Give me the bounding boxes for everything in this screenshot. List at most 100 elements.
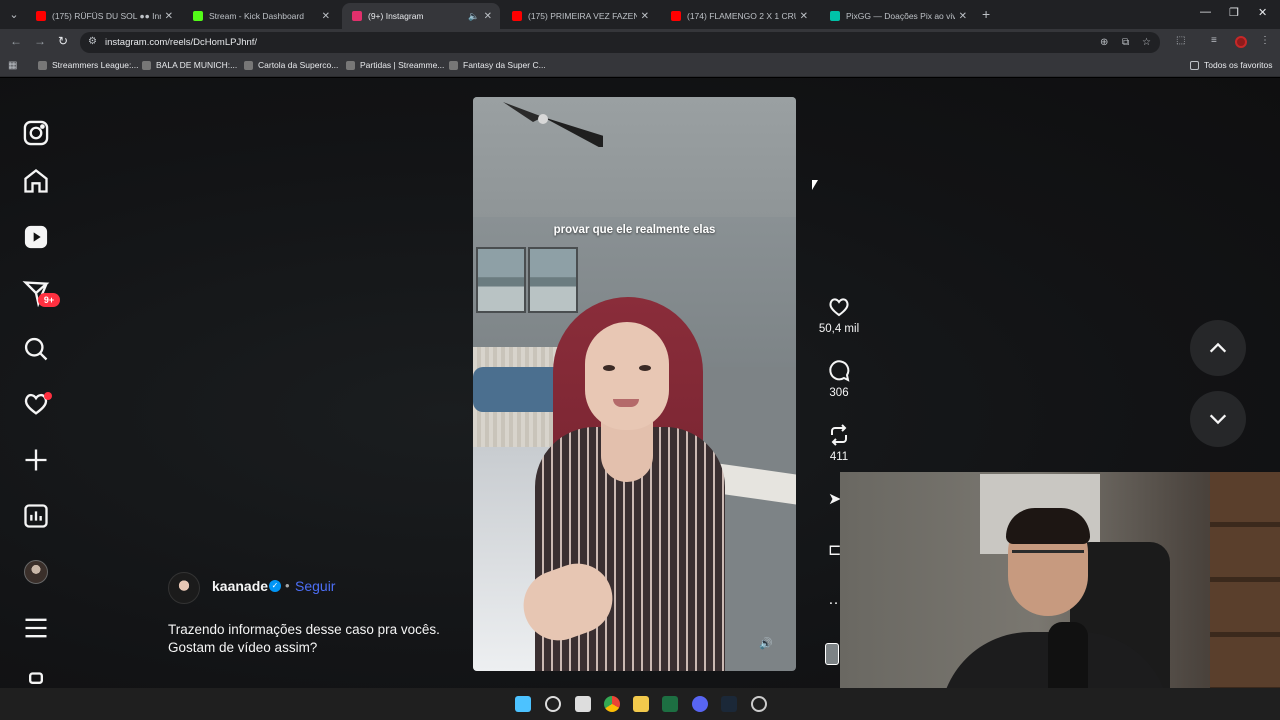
bookmark-label: BALA DE MUNICH:... bbox=[156, 60, 238, 70]
create-plus-icon[interactable] bbox=[22, 446, 50, 474]
repost-icon[interactable] bbox=[827, 423, 851, 447]
messages-badge: 9+ bbox=[38, 293, 60, 307]
reels-icon[interactable] bbox=[22, 223, 50, 251]
tab-search-icon[interactable]: ⌄ bbox=[5, 5, 23, 23]
audio-icon[interactable]: 🔈 bbox=[468, 11, 479, 22]
presenter-eye bbox=[603, 365, 615, 371]
browser-tabbar: ⌄ (175) RÜFÜS DU SOL ●● Innerb ✕ Stream … bbox=[0, 0, 1280, 29]
zoom-icon[interactable]: ⊕ bbox=[1100, 37, 1108, 48]
minimize-icon[interactable]: — bbox=[1200, 6, 1211, 18]
settings-icon[interactable] bbox=[751, 696, 767, 712]
excel-icon[interactable] bbox=[662, 696, 678, 712]
presenter-face bbox=[585, 322, 669, 430]
bookmark-item[interactable]: Partidas | Streamme... bbox=[346, 60, 444, 70]
tab-primeira-vez[interactable]: (175) PRIMEIRA VEZ FAZENDO ✕ bbox=[502, 3, 657, 29]
bookmark-item[interactable]: Fantasy da Super C... bbox=[449, 60, 546, 70]
all-bookmarks-label: Todos os favoritos bbox=[1204, 60, 1273, 70]
reel-description: Trazendo informações desse caso pra você… bbox=[168, 622, 440, 655]
file-explorer-icon[interactable] bbox=[633, 696, 649, 712]
extensions-icon[interactable]: ⬚ bbox=[1176, 35, 1185, 46]
instagram-icon bbox=[352, 11, 362, 21]
home-icon[interactable] bbox=[22, 167, 50, 195]
bookmark-label: Cartola da Superco... bbox=[258, 60, 339, 70]
all-bookmarks[interactable]: Todos os favoritos bbox=[1190, 60, 1273, 70]
tab-pixgg[interactable]: PixGG — Doações Pix ao vivo p ✕ bbox=[820, 3, 975, 29]
bookmark-icon bbox=[38, 60, 47, 70]
bookmark-star-icon[interactable]: ☆ bbox=[1142, 37, 1151, 48]
volume-icon[interactable]: 🔊 bbox=[757, 634, 775, 652]
dashboard-icon[interactable] bbox=[22, 502, 50, 530]
tab-title: (175) RÜFÜS DU SOL ●● Innerb bbox=[52, 11, 161, 21]
back-icon[interactable]: ← bbox=[10, 34, 22, 48]
tab-title: (174) FLAMENGO 2 X 1 CRUZEI bbox=[687, 11, 796, 21]
kick-icon bbox=[193, 11, 203, 21]
audio-thumbnail[interactable] bbox=[825, 643, 839, 665]
follow-button[interactable]: Seguir bbox=[295, 578, 335, 594]
instagram-logo-icon[interactable] bbox=[22, 119, 50, 147]
previous-reel-button[interactable] bbox=[1190, 320, 1246, 376]
steam-icon[interactable] bbox=[721, 696, 737, 712]
like-action[interactable]: 50,4 mil bbox=[815, 295, 863, 335]
comment-icon[interactable] bbox=[827, 359, 851, 383]
search-icon[interactable] bbox=[545, 696, 561, 712]
bookmark-label: Streammers League:... bbox=[52, 60, 139, 70]
bookmark-item[interactable]: Streammers League:... bbox=[38, 60, 138, 70]
close-window-icon[interactable]: ✕ bbox=[1258, 6, 1267, 19]
media-control-icon[interactable]: ≡ bbox=[1211, 35, 1217, 46]
tab-flamengo[interactable]: (174) FLAMENGO 2 X 1 CRUZEI ✕ bbox=[661, 3, 816, 29]
tab-instagram[interactable]: (9+) Instagram 🔈 ✕ bbox=[342, 3, 500, 29]
likes-count: 50,4 mil bbox=[818, 323, 860, 335]
streamer-hair bbox=[1006, 508, 1090, 544]
comment-action[interactable]: 306 bbox=[815, 359, 863, 399]
install-icon[interactable]: ⧉ bbox=[1122, 37, 1129, 48]
chevron-up-icon bbox=[1209, 342, 1227, 353]
chrome-icon[interactable] bbox=[604, 696, 620, 712]
bookmark-icon bbox=[244, 60, 253, 70]
close-icon[interactable]: ✕ bbox=[322, 11, 330, 22]
youtube-icon bbox=[671, 11, 681, 21]
menu-icon[interactable]: ⋮ bbox=[1260, 35, 1270, 46]
tab-rufus[interactable]: (175) RÜFÜS DU SOL ●● Innerb ✕ bbox=[26, 3, 181, 29]
webcam-overlay bbox=[840, 472, 1280, 720]
restore-icon[interactable]: ❐ bbox=[1229, 6, 1239, 19]
close-icon[interactable]: ✕ bbox=[641, 11, 649, 22]
pixgg-icon bbox=[830, 11, 840, 21]
reel-video[interactable]: provar que ele realmente elas 🔊 bbox=[473, 97, 796, 671]
forward-icon[interactable]: → bbox=[34, 34, 46, 48]
close-icon[interactable]: ✕ bbox=[165, 11, 173, 22]
address-bar[interactable]: ⚙ instagram.com/reels/DcHomLPJhnf/ ⊕ ⧉ ☆ bbox=[80, 32, 1160, 53]
discord-icon[interactable] bbox=[692, 696, 708, 712]
streamer-glasses bbox=[1012, 550, 1084, 566]
new-tab-icon[interactable]: + bbox=[982, 6, 990, 22]
tab-title: (9+) Instagram bbox=[368, 11, 424, 21]
close-icon[interactable]: ✕ bbox=[800, 11, 808, 22]
repost-action[interactable]: 411 bbox=[815, 423, 863, 463]
ceiling-fan bbox=[503, 102, 603, 147]
tab-kick[interactable]: Stream - Kick Dashboard ✕ bbox=[183, 3, 338, 29]
bookmark-item[interactable]: BALA DE MUNICH:... bbox=[142, 60, 237, 70]
chevron-down-icon bbox=[1209, 414, 1227, 425]
more-menu-icon[interactable] bbox=[22, 614, 50, 642]
meta-apps-icon[interactable] bbox=[22, 670, 50, 688]
heart-icon[interactable] bbox=[827, 295, 851, 319]
windows-start-icon[interactable] bbox=[515, 696, 531, 712]
notification-dot bbox=[44, 392, 52, 400]
author-username[interactable]: kaanade bbox=[212, 578, 268, 594]
task-view-icon[interactable] bbox=[575, 696, 591, 712]
next-reel-button[interactable] bbox=[1190, 391, 1246, 447]
apps-grid-icon[interactable]: ▦ bbox=[8, 60, 17, 71]
bookmark-label: Fantasy da Super C... bbox=[463, 60, 546, 70]
reload-icon[interactable]: ↻ bbox=[58, 34, 68, 48]
profile-avatar[interactable] bbox=[24, 560, 48, 584]
bookmark-item[interactable]: Cartola da Superco... bbox=[244, 60, 338, 70]
site-info-icon[interactable]: ⚙ bbox=[88, 36, 97, 47]
search-icon[interactable] bbox=[22, 335, 50, 363]
pillow bbox=[473, 367, 563, 412]
url-text[interactable]: instagram.com/reels/DcHomLPJhnf/ bbox=[105, 37, 257, 48]
close-icon[interactable]: ✕ bbox=[959, 11, 967, 22]
author-avatar[interactable] bbox=[168, 572, 200, 604]
youtube-icon bbox=[512, 11, 522, 21]
bookmark-icon bbox=[346, 60, 355, 70]
close-icon[interactable]: ✕ bbox=[484, 11, 492, 22]
profile-avatar[interactable] bbox=[1235, 36, 1247, 48]
